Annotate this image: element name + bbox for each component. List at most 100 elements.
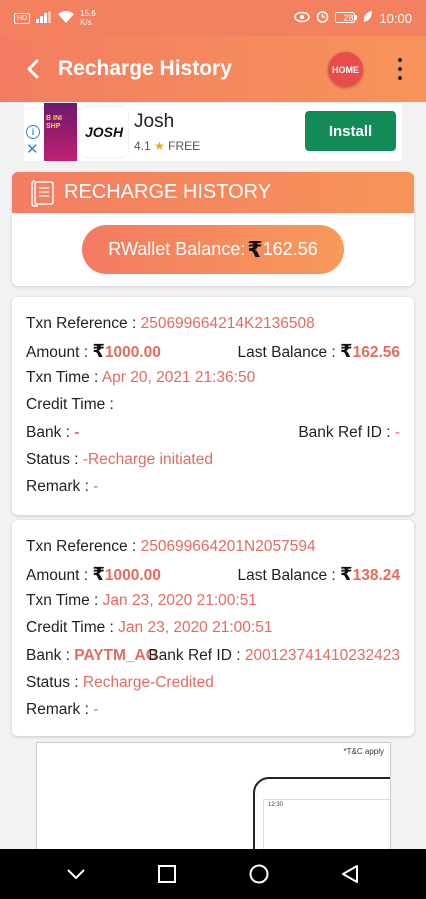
bank-value: PAYTM_AG [74,647,158,664]
eye-icon [294,11,311,26]
speed-unit: K/s [80,18,92,27]
txn-reference-label: Txn Reference : [26,538,141,555]
hd-badge: HD [14,12,31,24]
remark-label: Remark : [26,701,94,718]
status-right: 28 10:00 [294,10,412,26]
system-nav-bar [0,849,426,899]
bank-ref-row: Bank Ref ID : - [298,424,400,442]
signal-icon [36,10,52,26]
credit-time-row: Credit Time : Jan 23, 2020 21:00:51 [26,619,272,637]
transaction-card: Txn Reference : 250699664214K2136508 Amo… [12,297,414,515]
credit-time-value: Jan 23, 2020 21:00:51 [118,619,273,636]
credit-time-label: Credit Time : [26,396,114,413]
bank-label: Bank : [26,647,75,664]
bank-row: Bank : - [26,424,79,442]
ad-close-icon[interactable]: ✕ [26,142,39,157]
ad-price: FREE [168,139,201,153]
wifi-icon [58,10,75,26]
txn-reference-row: Txn Reference : 250699664201N2057594 [26,538,316,556]
last-balance-value: 138.24 [352,567,400,584]
amount-row: Amount : ₹1000.00 [26,564,161,585]
rupee-icon: ₹ [247,236,263,262]
nav-home-button[interactable] [247,862,271,886]
bank-ref-label: Bank Ref ID : [148,647,245,664]
bank-ref-value: - [394,424,400,441]
phone-illustration: 12:30 [253,777,390,849]
ad-thumbnail: B INI SHP [44,103,77,161]
txn-time-value: Jan 23, 2020 21:00:51 [102,592,257,609]
clock-time: 10:00 [379,10,412,26]
bank-value: - [74,424,80,441]
phone-screen: 12:30 [263,799,390,849]
txn-time-row: Txn Time : Jan 23, 2020 21:00:51 [26,592,257,610]
leaf-icon [363,10,373,26]
remark-value: - [93,478,99,495]
nav-recents-button[interactable] [155,862,179,886]
remark-row: Remark : - [26,701,98,719]
summary-title: RECHARGE HISTORY [64,181,272,203]
nav-back-button[interactable] [338,862,362,886]
txn-time-value: Apr 20, 2021 21:36:50 [101,369,256,386]
status-value: Recharge-Credited [82,674,214,691]
ad-rating: 4.1 ★ FREE [134,139,200,153]
chevron-down-icon [67,869,85,879]
transaction-card: Txn Reference : 250699664201N2057594 Amo… [12,520,414,736]
status-label: Status : [26,674,83,691]
summary-header: RECHARGE HISTORY [12,172,414,213]
txn-time-row: Txn Time : Apr 20, 2021 21:36:50 [26,369,255,387]
bank-ref-label: Bank Ref ID : [298,424,395,441]
credit-time-label: Credit Time : [26,619,119,636]
status-row: Status : -Recharge initiated [26,451,213,469]
home-button[interactable]: HOME [328,52,363,87]
more-options-icon[interactable] [390,56,410,82]
network-speed: 15.6 K/s [80,9,98,27]
last-balance-label: Last Balance : [237,567,341,584]
bank-row: Bank : PAYTM_AG [26,647,158,665]
amount-label: Amount : [26,344,93,361]
last-balance-row: Last Balance : ₹138.24 [238,564,401,585]
terms-text: *T&C apply [343,747,384,756]
alarm-icon [316,10,329,26]
triangle-back-icon [342,865,359,883]
status-value: -Recharge initiated [82,451,213,468]
bank-ref-row: Bank Ref ID : 200123741410232423 [148,647,400,665]
speed-value: 15.6 [80,9,96,18]
status-row: Status : Recharge-Credited [26,674,214,692]
status-bar: HD 15.6 K/s 28 10:00 [0,0,426,36]
status-label: Status : [26,451,83,468]
back-button[interactable] [18,54,48,84]
amount-row: Amount : ₹1000.00 [26,341,161,362]
star-icon: ★ [154,139,165,153]
ad-app-name: Josh [134,111,175,132]
credit-time-row: Credit Time : [26,396,114,414]
txn-reference-row: Txn Reference : 250699664214K2136508 [26,315,315,333]
bank-ref-value: 200123741410232423 [244,647,400,664]
page-title: Recharge History [58,57,232,80]
nav-collapse-button[interactable] [64,862,88,886]
amount-value: 1000.00 [104,567,161,584]
summary-card: RECHARGE HISTORY RWallet Balance: ₹ 162.… [12,172,414,286]
rupee-icon: ₹ [340,564,353,584]
txn-reference-value: 250699664201N2057594 [140,538,316,555]
ad-rating-value: 4.1 [134,139,151,153]
promo-banner[interactable]: *T&C apply 12:30 [36,742,391,850]
wallet-label: RWallet Balance: [108,239,246,259]
wallet-amount: 162.56 [262,239,318,259]
txn-reference-value: 250699664214K2136508 [140,315,315,332]
remark-label: Remark : [26,478,94,495]
rupee-icon: ₹ [92,341,105,361]
wallet-balance-pill: RWallet Balance: ₹ 162.56 [82,225,344,274]
amount-label: Amount : [26,567,93,584]
app-bar: Recharge History HOME [0,36,426,102]
last-balance-label: Last Balance : [237,344,341,361]
last-balance-value: 162.56 [352,344,400,361]
txn-reference-label: Txn Reference : [26,315,141,332]
battery-level: 28 [343,13,354,23]
bank-label: Bank : [26,424,75,441]
ad-banner[interactable]: i ✕ B INI SHP JOSH Josh 4.1 ★ FREE Insta… [24,103,402,161]
ad-install-button[interactable]: Install [305,111,396,151]
phone-time: 12:30 [268,802,284,808]
rupee-icon: ₹ [340,341,353,361]
ad-info-icon[interactable]: i [26,125,40,139]
ad-app-logo: JOSH [80,107,128,157]
